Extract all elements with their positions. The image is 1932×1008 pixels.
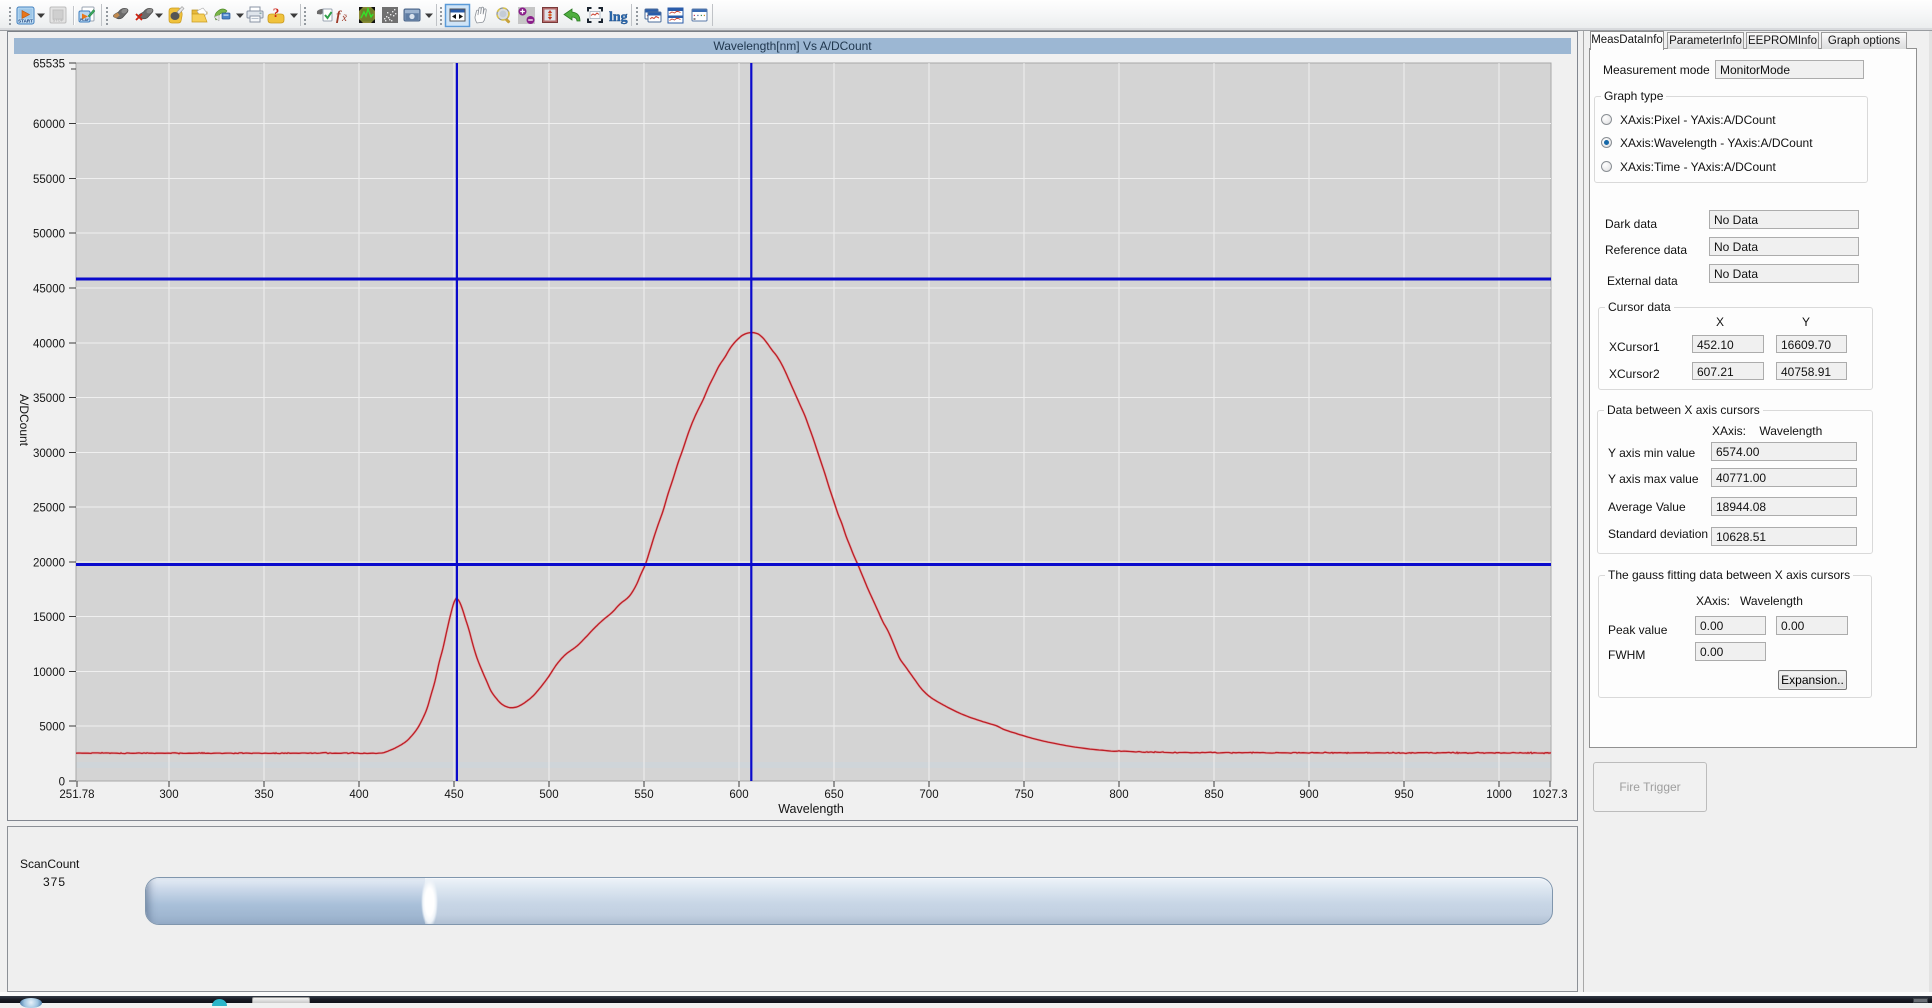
svg-text:251.78: 251.78 [59, 789, 94, 801]
svg-text:750: 750 [1014, 789, 1033, 801]
svg-text:x̃: x̃ [341, 12, 348, 24]
svg-text:▪: ▪ [701, 13, 703, 19]
svg-text:10000: 10000 [33, 667, 65, 679]
svg-text:950: 950 [1394, 789, 1413, 801]
svg-text:650: 650 [824, 789, 843, 801]
svg-text:35000: 35000 [33, 393, 65, 405]
svg-text:▪: ▪ [704, 13, 706, 19]
svg-text:850: 850 [1204, 789, 1223, 801]
svg-text:?: ? [273, 5, 280, 20]
svg-text:1027.3: 1027.3 [1532, 789, 1567, 801]
svg-text:1000: 1000 [1486, 789, 1512, 801]
svg-text:15000: 15000 [33, 612, 65, 624]
svg-text:550: 550 [634, 789, 653, 801]
svg-text:450: 450 [444, 789, 463, 801]
svg-text:START: START [18, 19, 33, 24]
svg-text:600: 600 [729, 789, 748, 801]
svg-text:▪: ▪ [697, 13, 699, 19]
svg-text:5000: 5000 [39, 722, 65, 734]
svg-text:65535: 65535 [33, 59, 65, 71]
svg-text:500: 500 [539, 789, 558, 801]
svg-text:350: 350 [254, 789, 273, 801]
svg-text:A/DCount: A/DCount [17, 394, 31, 447]
svg-text:400: 400 [349, 789, 368, 801]
svg-text:50000: 50000 [33, 229, 65, 241]
svg-text:60000: 60000 [33, 119, 65, 131]
svg-text:55000: 55000 [33, 174, 65, 186]
svg-text:900: 900 [1299, 789, 1318, 801]
svg-text:Wavelength: Wavelength [778, 802, 844, 816]
svg-text:25000: 25000 [33, 503, 65, 515]
svg-text:lng: lng [609, 10, 628, 25]
svg-text:700: 700 [919, 789, 938, 801]
svg-text:30000: 30000 [33, 448, 65, 460]
svg-text:800: 800 [1109, 789, 1128, 801]
svg-text:20000: 20000 [33, 557, 65, 569]
svg-text:40000: 40000 [33, 338, 65, 350]
svg-text:0: 0 [59, 777, 65, 789]
svg-text:45000: 45000 [33, 284, 65, 296]
svg-text:PLAY: PLAY [80, 18, 89, 22]
svg-text:STOP: STOP [53, 18, 64, 23]
svg-text:300: 300 [159, 789, 178, 801]
